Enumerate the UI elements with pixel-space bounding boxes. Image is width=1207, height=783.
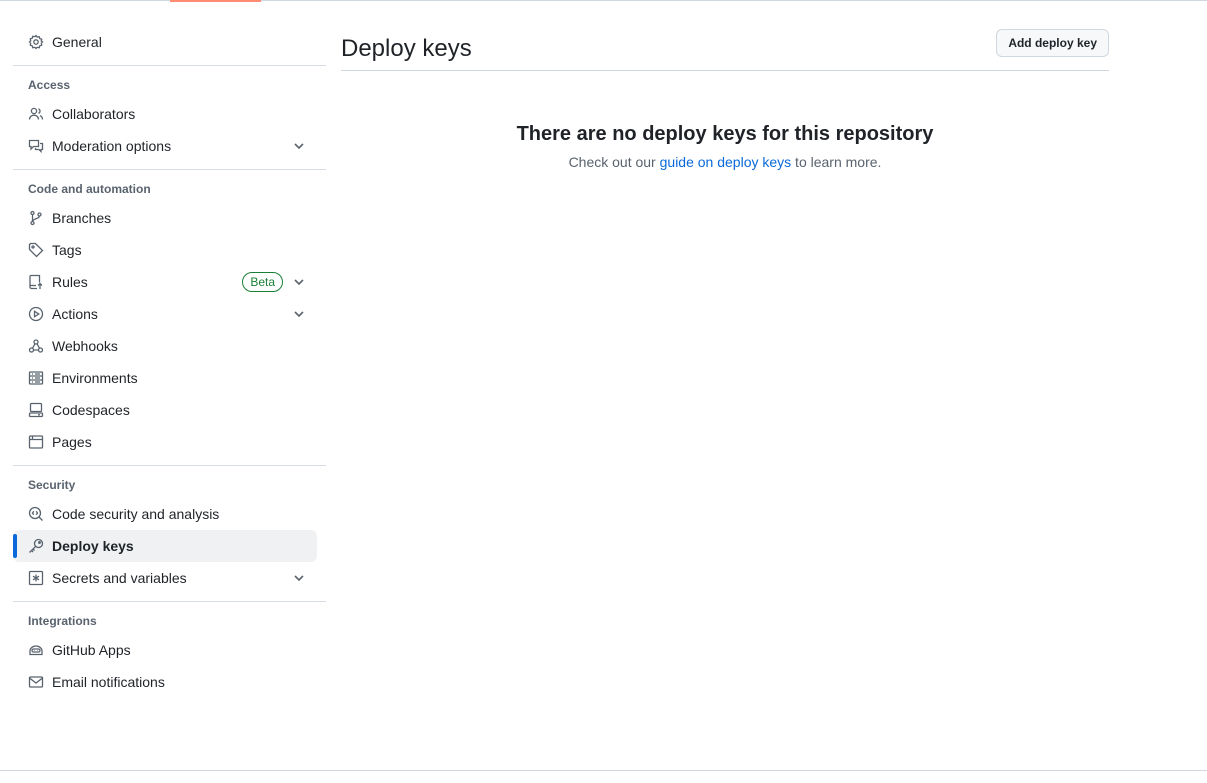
codescan-icon <box>28 506 44 522</box>
sidebar-item-label: Environments <box>52 370 138 386</box>
sidebar-item-label: Tags <box>52 242 82 258</box>
sidebar-item-pages[interactable]: Pages <box>13 426 317 458</box>
sidebar-item-environments[interactable]: Environments <box>13 362 317 394</box>
add-deploy-key-button[interactable]: Add deploy key <box>996 29 1109 57</box>
sidebar-item-label: Rules <box>52 274 88 290</box>
blankslate: There are no deploy keys for this reposi… <box>341 123 1109 170</box>
section-heading-security: Security <box>28 478 76 492</box>
page-header: Deploy keys Add deploy key <box>341 26 1109 71</box>
sidebar-item-github-apps[interactable]: GitHub Apps <box>13 634 317 666</box>
blankslate-text-after: to learn more. <box>791 154 882 170</box>
sidebar-item-branches[interactable]: Branches <box>13 202 317 234</box>
comment-discussion-icon <box>28 138 44 154</box>
sidebar-divider <box>13 169 326 170</box>
sidebar-item-collaborators[interactable]: Collaborators <box>13 98 317 130</box>
chevron-down-icon[interactable] <box>291 570 307 586</box>
settings-sidebar: General Access Collaborators Moderation … <box>13 26 326 698</box>
sidebar-item-label: Branches <box>52 210 112 226</box>
sidebar-item-label: Secrets and variables <box>52 570 187 586</box>
blankslate-text-before: Check out our <box>568 154 660 170</box>
key-asterisk-icon <box>28 570 44 586</box>
blankslate-text: Check out our guide on deploy keys to le… <box>341 154 1109 170</box>
browser-icon <box>28 434 44 450</box>
play-icon <box>28 306 44 322</box>
blankslate-title: There are no deploy keys for this reposi… <box>516 123 934 145</box>
sidebar-item-label: Webhooks <box>52 338 118 354</box>
people-icon <box>28 106 44 122</box>
sidebar-item-general[interactable]: General <box>13 26 317 58</box>
hubot-icon <box>28 642 44 658</box>
page-title: Deploy keys <box>341 35 472 62</box>
main-content: Deploy keys Add deploy key There are no … <box>341 26 1109 170</box>
sidebar-item-code-security[interactable]: Code security and analysis <box>13 498 317 530</box>
sidebar-item-tags[interactable]: Tags <box>13 234 317 266</box>
tag-icon <box>28 242 44 258</box>
sidebar-item-secrets-variables[interactable]: Secrets and variables <box>13 562 317 594</box>
sidebar-item-codespaces[interactable]: Codespaces <box>13 394 317 426</box>
mail-icon <box>28 674 44 690</box>
webhook-icon <box>28 338 44 354</box>
git-branch-icon <box>28 210 44 226</box>
section-heading-code-automation: Code and automation <box>28 182 151 196</box>
sidebar-item-email-notifications[interactable]: Email notifications <box>13 666 317 698</box>
chevron-down-icon[interactable] <box>291 306 307 322</box>
sidebar-divider <box>13 465 326 466</box>
sidebar-item-label: Deploy keys <box>52 538 134 554</box>
footer-divider <box>0 770 1207 771</box>
sidebar-item-webhooks[interactable]: Webhooks <box>13 330 317 362</box>
sidebar-item-label: Code security and analysis <box>52 506 220 522</box>
section-heading-integrations: Integrations <box>28 614 97 628</box>
sidebar-item-label: Collaborators <box>52 106 136 122</box>
server-icon <box>28 370 44 386</box>
sidebar-item-label: General <box>52 34 102 50</box>
sidebar-item-label: GitHub Apps <box>52 642 131 658</box>
chevron-down-icon[interactable] <box>291 138 307 154</box>
section-heading-access: Access <box>28 78 71 92</box>
sidebar-item-actions[interactable]: Actions <box>13 298 317 330</box>
repo-push-icon <box>28 274 44 290</box>
sidebar-item-label: Email notifications <box>52 674 165 690</box>
sidebar-item-moderation-options[interactable]: Moderation options <box>13 130 317 162</box>
beta-badge: Beta <box>242 272 283 292</box>
deploy-keys-guide-link[interactable]: guide on deploy keys <box>660 154 792 170</box>
sidebar-divider <box>13 601 326 602</box>
sidebar-item-rules[interactable]: Rules Beta <box>13 266 317 298</box>
codespaces-icon <box>28 402 44 418</box>
sidebar-item-label: Moderation options <box>52 138 172 154</box>
key-icon <box>28 538 44 554</box>
sidebar-item-label: Pages <box>52 434 92 450</box>
sidebar-item-label: Actions <box>52 306 98 322</box>
sidebar-divider <box>13 65 326 66</box>
active-tab-underline <box>170 0 261 2</box>
sidebar-item-deploy-keys[interactable]: Deploy keys <box>13 530 317 562</box>
gear-icon <box>28 34 44 50</box>
sidebar-item-label: Codespaces <box>52 402 130 418</box>
chevron-down-icon[interactable] <box>291 274 307 290</box>
